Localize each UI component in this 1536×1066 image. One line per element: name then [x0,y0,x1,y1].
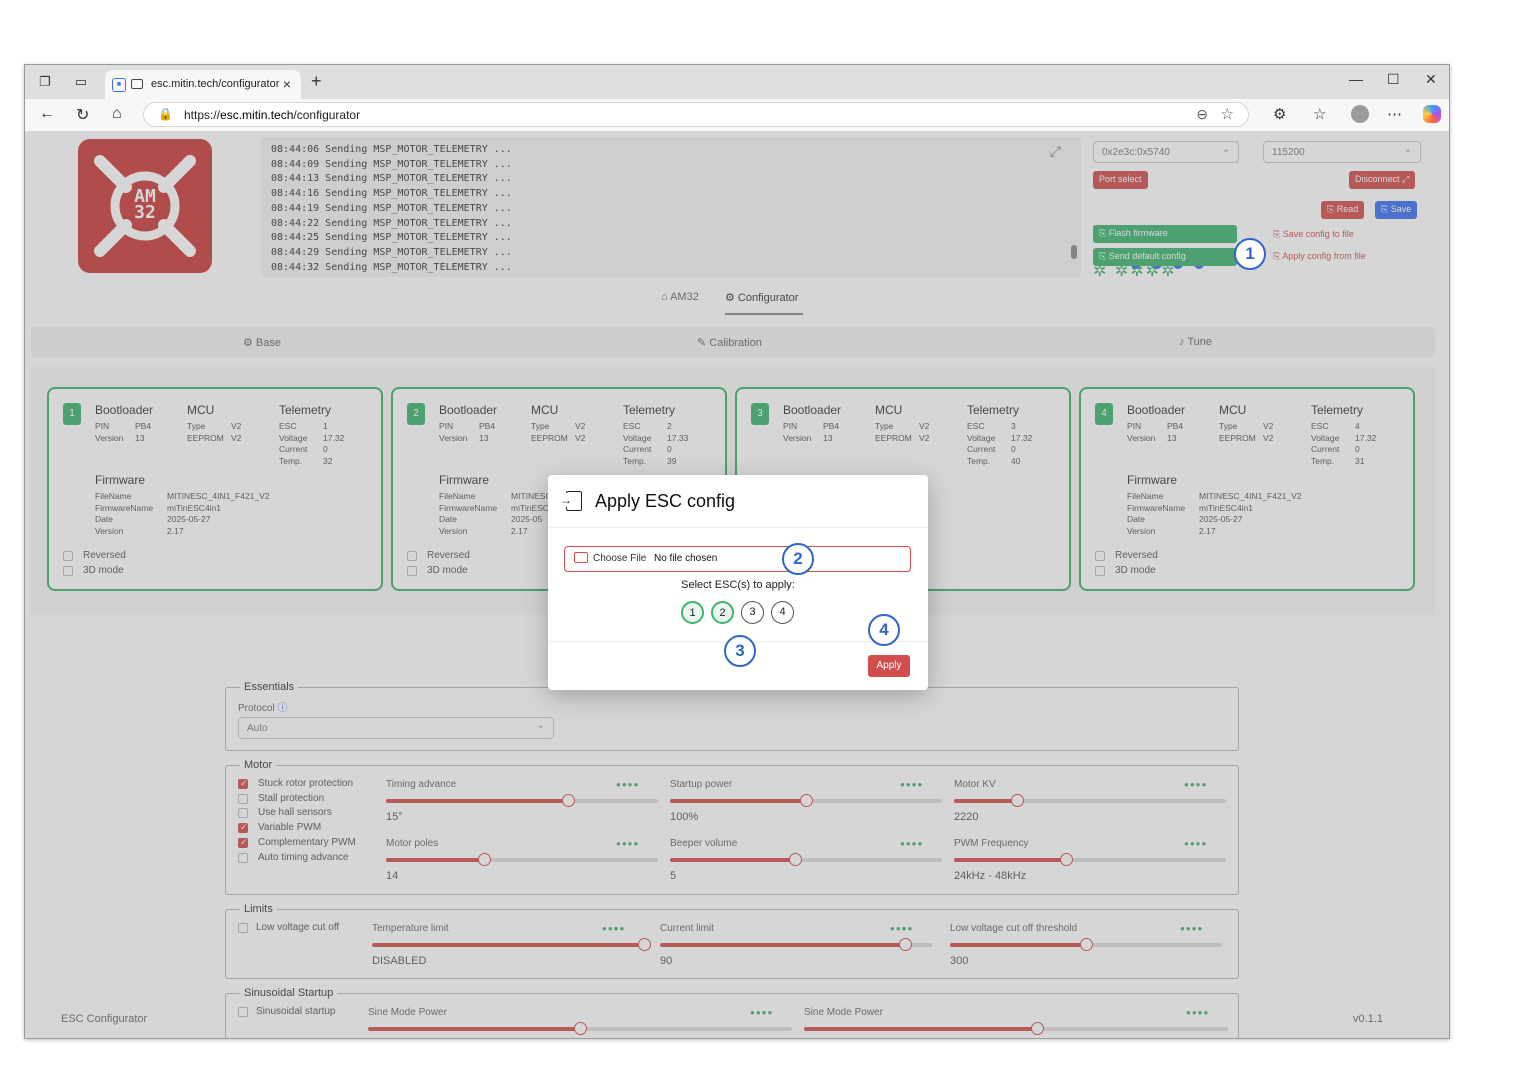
page-content: AM 32 08:44:06 Sending MSP_MOTOR_TELEMETR… [25,131,1449,1038]
choose-file-button[interactable]: Choose File [593,553,646,564]
modal-divider [548,527,928,528]
apply-button[interactable]: Apply [868,655,910,677]
callout-3: 3 [724,635,756,667]
zoom-icon[interactable]: ⊖ [1196,106,1208,123]
esc-select-1[interactable]: 1 [681,601,704,624]
callout-1: 1 [1234,238,1266,270]
tab-close-icon[interactable]: × [283,76,291,92]
more-icon[interactable]: ⋯ [1387,105,1402,123]
esc-select-4[interactable]: 4 [771,601,794,624]
tab-media-icon [131,79,143,89]
tab-bar: ❐ ▭ ■ esc.mitin.tech/configurator × + — … [25,65,1449,99]
workspaces-icon[interactable]: ❐ [37,74,53,90]
file-input[interactable]: Choose File No file chosen [564,546,911,572]
callout-4: 4 [868,614,900,646]
callout-2: 2 [782,543,814,575]
address-url: https://esc.mitin.tech/configurator [184,108,361,122]
profile-avatar[interactable] [1351,105,1369,123]
tab-title: esc.mitin.tech/configurator [151,78,280,90]
browser-tab[interactable]: ■ esc.mitin.tech/configurator × [105,70,301,99]
new-tab-icon[interactable]: + [311,71,322,92]
favorite-star-icon[interactable]: ☆ [1221,105,1234,123]
modal-title: Apply ESC config [595,491,736,511]
minimize-icon[interactable]: — [1349,71,1363,87]
esc-select-2[interactable]: 2 [711,601,734,624]
no-file-text: No file chosen [654,553,718,564]
close-window-icon[interactable]: ✕ [1425,71,1437,88]
maximize-icon[interactable]: ☐ [1387,71,1400,88]
reload-icon[interactable]: ↻ [76,105,89,125]
address-bar[interactable]: 🔒 https://esc.mitin.tech/configurator ⊖ … [143,102,1249,127]
esc-select-3[interactable]: 3 [741,601,764,624]
file-import-icon [560,491,582,511]
home-icon[interactable]: ⌂ [112,105,122,123]
navigation-bar: ← ↻ ⌂ 🔒 https://esc.mitin.tech/configura… [25,99,1449,131]
copilot-icon[interactable] [1423,105,1441,123]
lock-icon[interactable]: 🔒 [158,107,173,121]
browser-window: ❐ ▭ ■ esc.mitin.tech/configurator × + — … [24,64,1450,1039]
tab-actions-icon[interactable]: ▭ [73,74,89,90]
back-icon[interactable]: ← [39,105,55,123]
favorites-icon[interactable]: ☆ [1313,105,1326,123]
select-esc-label: Select ESC(s) to apply: [681,579,795,591]
folder-icon [574,552,588,563]
extensions-icon[interactable]: ⚙ [1273,105,1286,123]
site-favicon-icon: ■ [112,78,126,92]
